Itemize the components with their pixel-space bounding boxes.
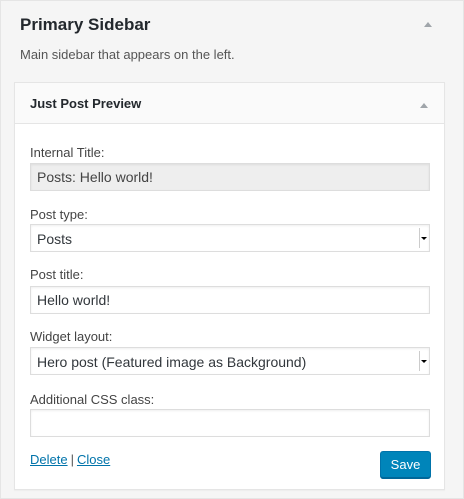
actions-separator: | [70, 452, 74, 467]
post-type-selected-value: Posts [37, 231, 73, 247]
post-title-field[interactable] [30, 286, 430, 314]
widget-header[interactable]: Just Post Preview [15, 83, 444, 124]
widget-layout-label: Widget layout: [30, 329, 113, 344]
dropdown-arrow-icon[interactable] [419, 228, 427, 248]
widget-collapse-caret-icon[interactable] [418, 98, 430, 109]
save-button[interactable]: Save [380, 451, 431, 478]
widget-control-actions: Delete | Close [30, 452, 110, 468]
close-link[interactable]: Close [77, 452, 110, 467]
sidebar-description: Main sidebar that appears on the left. [20, 47, 235, 62]
post-title-label: Post title: [30, 267, 84, 282]
widget-layout-selected-value: Hero post (Featured image as Background) [37, 354, 307, 370]
css-class-field[interactable] [30, 409, 430, 437]
delete-link[interactable]: Delete [30, 452, 68, 467]
internal-title-label: Internal Title: [30, 145, 105, 160]
widget-just-post-preview: Just Post Preview Internal Title: Post t… [14, 82, 445, 490]
post-type-select[interactable]: Posts [30, 224, 430, 252]
primary-sidebar-panel: Primary Sidebar Main sidebar that appear… [0, 0, 464, 499]
sidebar-collapse-caret-icon[interactable] [421, 18, 435, 30]
sidebar-header[interactable]: Primary Sidebar [1, 1, 463, 46]
widget-title: Just Post Preview [30, 96, 142, 111]
internal-title-field [30, 163, 430, 191]
sidebar-title: Primary Sidebar [20, 15, 151, 34]
dropdown-arrow-icon[interactable] [419, 351, 427, 371]
widget-layout-select[interactable]: Hero post (Featured image as Background) [30, 347, 430, 375]
post-type-label: Post type: [30, 207, 88, 222]
css-class-label: Additional CSS class: [30, 392, 155, 407]
